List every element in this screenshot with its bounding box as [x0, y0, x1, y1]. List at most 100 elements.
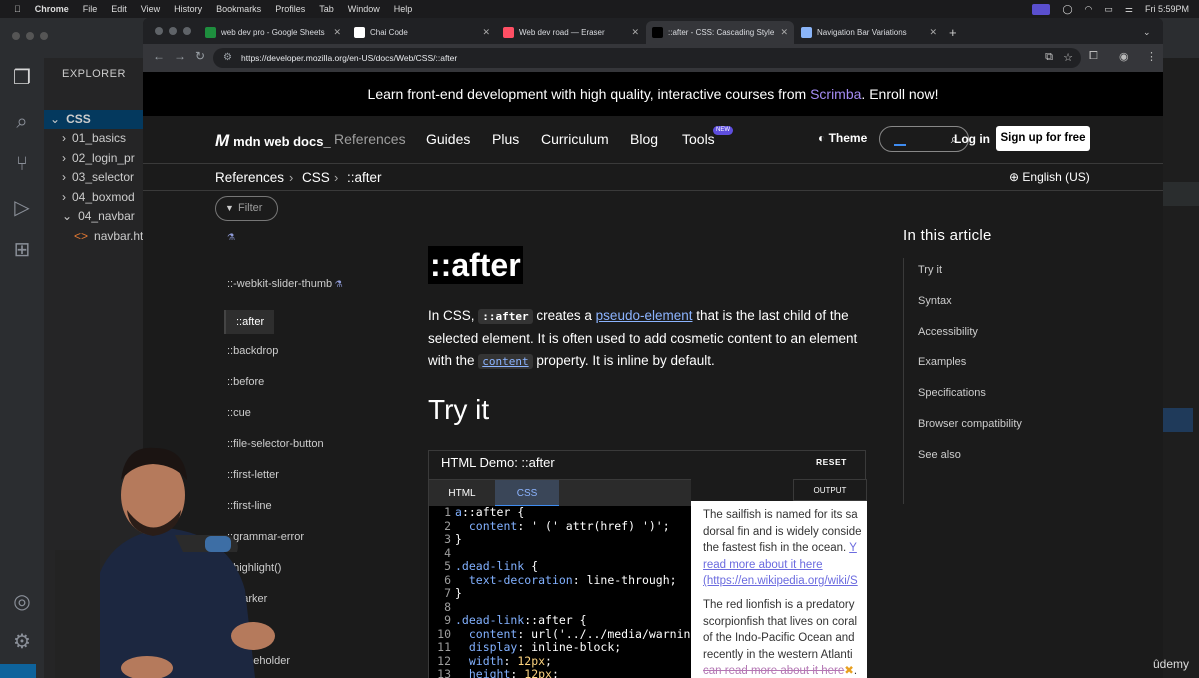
explorer-item[interactable]: <> navbar.htm [44, 227, 153, 246]
nav-plus[interactable]: Plus [492, 131, 519, 147]
manage-gear-icon[interactable]: ⚙ [10, 630, 34, 654]
browser-tab[interactable]: Chai Code ✕ [348, 21, 496, 44]
menu-history[interactable]: History [174, 4, 202, 14]
nav-guides[interactable]: Guides [426, 131, 470, 147]
battery-icon[interactable]: ▭ [1104, 4, 1113, 15]
wifi-icon[interactable]: ◠ [1085, 4, 1093, 15]
menu-view[interactable]: View [141, 4, 160, 14]
code-line[interactable]: 8 [429, 600, 691, 615]
code-line[interactable]: 6 text-decoration: line-through; [429, 573, 691, 588]
apple-icon[interactable]:  [14, 4, 21, 14]
explorer-item[interactable]: › 01_basics [44, 129, 126, 148]
menu-bookmarks[interactable]: Bookmarks [216, 4, 261, 14]
screen-record-icon[interactable] [1032, 3, 1051, 15]
window-controls[interactable] [155, 27, 191, 35]
code-line[interactable]: 10 content: url('../../media/warning [429, 627, 691, 642]
code-line[interactable]: 13 height: 12px; [429, 667, 691, 678]
sidebar-filter-input[interactable]: ▼ Filter [215, 196, 278, 221]
pseudo-element-link[interactable]: pseudo-element [596, 308, 693, 323]
window-controls[interactable] [12, 32, 48, 40]
browser-tab[interactable]: ::after - CSS: Cascading Style ✕ [646, 21, 794, 44]
new-tab-icon[interactable]: + [949, 21, 957, 44]
explorer-item[interactable]: ⌄ 04_navbar [44, 207, 135, 226]
sidebar-link[interactable]: ::-webkit-slider-thumb ⚗ [227, 278, 343, 290]
sailfish-link[interactable]: read more about it here [703, 557, 867, 574]
sailfish-link-href[interactable]: (https://en.wikipedia.org/wiki/S [703, 573, 867, 590]
tab-close-icon[interactable]: ✕ [780, 21, 788, 44]
crumb-references[interactable]: References [215, 170, 284, 185]
tab-close-icon[interactable]: ✕ [482, 21, 490, 44]
source-control-icon[interactable]: ⑂ [10, 152, 34, 176]
content-property-link[interactable]: content [478, 354, 533, 369]
code-line[interactable]: 3} [429, 532, 691, 547]
browser-tab[interactable]: Navigation Bar Variations ✕ [795, 21, 943, 44]
control-center-icon[interactable]: ⚌ [1125, 4, 1133, 15]
account-icon[interactable]: ◎ [10, 590, 34, 614]
files-icon[interactable]: ❐ [10, 66, 34, 90]
status-circle-icon[interactable]: ◯ [1062, 4, 1072, 15]
install-app-icon[interactable]: ⧉ [1045, 51, 1053, 64]
address-bar[interactable]: ⚙ https://developer.mozilla.org/en-US/do… [213, 48, 1081, 68]
browser-menu-icon[interactable]: ⋮ [1146, 50, 1157, 63]
menu-edit[interactable]: Edit [111, 4, 127, 14]
code-line[interactable]: 4 [429, 546, 691, 561]
crumb-css[interactable]: CSS [302, 170, 330, 185]
scrimba-banner[interactable]: Learn front-end development with high qu… [143, 72, 1163, 116]
menu-profiles[interactable]: Profiles [275, 4, 305, 14]
browser-tab[interactable]: web dev pro - Google Sheets ✕ [199, 21, 347, 44]
tab-close-icon[interactable]: ✕ [631, 21, 639, 44]
menubar-clock[interactable]: Fri 5:59PM [1145, 4, 1189, 14]
search-icon[interactable]: ⌕ [10, 110, 34, 134]
theme-toggle[interactable]: ◐ Theme [818, 131, 867, 145]
banner-scrimba-link[interactable]: Scrimba [810, 86, 861, 102]
nav-tools[interactable]: Tools [682, 131, 715, 147]
extensions-puzzle-icon[interactable]: ⧠ [1089, 50, 1098, 63]
signup-button[interactable]: Sign up for free [996, 126, 1090, 151]
toc-link[interactable]: Syntax [918, 295, 952, 307]
browser-tab[interactable]: Web dev road — Eraser ✕ [497, 21, 645, 44]
toc-link[interactable]: Specifications [918, 387, 986, 399]
explorer-item[interactable]: › 04_boxmod [44, 188, 135, 207]
explorer-item[interactable]: ⌄ CSS [44, 110, 144, 129]
mdn-logo[interactable]: Mmdn web docs_ [215, 131, 331, 151]
login-link[interactable]: Log in [954, 132, 990, 146]
menu-help[interactable]: Help [394, 4, 413, 14]
tab-search-chevron-icon[interactable]: ⌄ [1143, 21, 1151, 44]
site-info-icon[interactable]: ⚙ [223, 52, 232, 64]
profile-avatar[interactable]: ◉ [1119, 50, 1129, 63]
dead-link[interactable]: can read more about it here [703, 665, 844, 677]
tab-css[interactable]: CSS [495, 480, 559, 507]
back-icon[interactable]: ← [153, 49, 165, 63]
code-line[interactable]: 5 .dead-link { [429, 559, 691, 574]
toc-link[interactable]: Try it [918, 264, 942, 276]
tab-close-icon[interactable]: ✕ [929, 21, 937, 44]
sidebar-link[interactable]: ::before [227, 376, 264, 388]
explorer-item[interactable]: › 03_selector [44, 168, 134, 187]
output-tab[interactable]: OUTPUT [793, 479, 867, 501]
run-debug-icon[interactable]: ▷ [10, 196, 34, 220]
bookmark-star-icon[interactable]: ☆ [1063, 51, 1073, 64]
sidebar-link[interactable]: ::cue [227, 407, 251, 419]
nav-references[interactable]: References [334, 131, 406, 147]
menu-tab[interactable]: Tab [319, 4, 334, 14]
code-line[interactable]: 2 content: ' (' attr(href) ')'; [429, 519, 691, 534]
crumb-after[interactable]: ::after [347, 170, 382, 185]
forward-icon[interactable]: → [174, 49, 186, 63]
sidebar-link[interactable]: ::backdrop [227, 345, 278, 357]
reload-icon[interactable]: ↻ [195, 49, 205, 63]
menu-file[interactable]: File [83, 4, 98, 14]
explorer-item[interactable]: › 02_login_pr [44, 149, 135, 168]
code-line[interactable]: 9 .dead-link::after { [429, 613, 691, 628]
sidebar-link[interactable]: ::after [224, 310, 275, 334]
css-code-editor[interactable]: 1 a::after {2 content: ' (' attr(href) ')… [429, 506, 691, 678]
url-text[interactable]: https://developer.mozilla.org/en-US/docs… [241, 48, 457, 68]
language-selector[interactable]: ⊕ English (US) [1009, 170, 1090, 184]
toc-link[interactable]: Accessibility [918, 326, 978, 338]
tab-close-icon[interactable]: ✕ [333, 21, 341, 44]
nav-blog[interactable]: Blog [630, 131, 658, 147]
sailfish-link-start[interactable]: Y [849, 542, 857, 554]
code-line[interactable]: 12 width: 12px; [429, 654, 691, 669]
tab-html[interactable]: HTML [429, 480, 495, 507]
toc-link[interactable]: See also [918, 449, 961, 461]
menu-app-name[interactable]: Chrome [35, 4, 69, 14]
